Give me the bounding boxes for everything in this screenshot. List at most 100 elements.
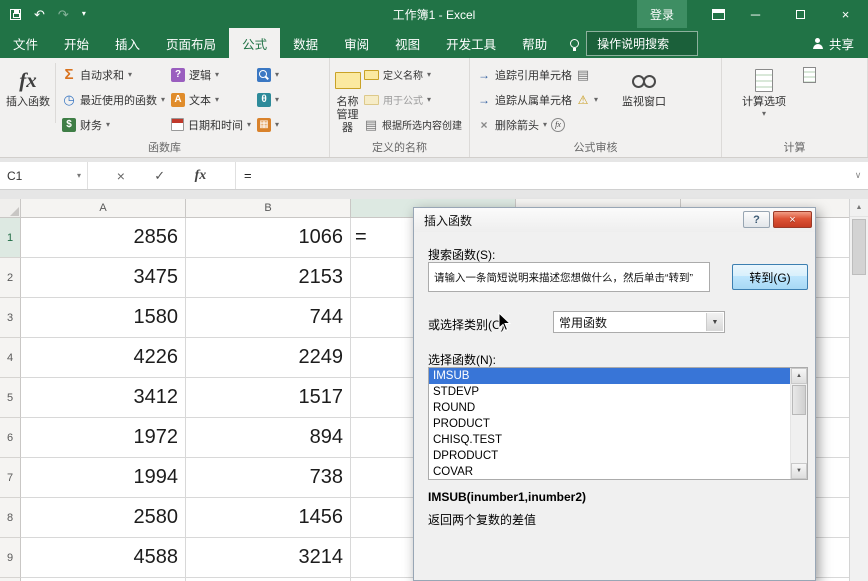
cell-a7[interactable]: 1994: [21, 458, 186, 498]
row-header[interactable]: 2: [0, 258, 21, 298]
cell-a5[interactable]: 3412: [21, 378, 186, 418]
tab-developer[interactable]: 开发工具: [433, 28, 509, 58]
list-scrollbar-thumb[interactable]: [792, 385, 806, 415]
cell-b5[interactable]: 1517: [186, 378, 351, 418]
tell-me-input[interactable]: 操作说明搜索: [586, 31, 698, 56]
more-functions-button[interactable]: ▦ ▾: [254, 112, 282, 137]
save-icon[interactable]: [10, 9, 21, 20]
login-button[interactable]: 登录: [637, 0, 687, 28]
row-header[interactable]: 3: [0, 298, 21, 338]
list-scrollbar[interactable]: ▲ ▼: [790, 368, 807, 479]
tell-me-search[interactable]: 操作说明搜索: [570, 28, 698, 58]
calculate-sheet-button[interactable]: [800, 62, 819, 87]
trace-precedents-button[interactable]: → 追踪引用单元格 ▤: [474, 62, 601, 87]
function-item[interactable]: DPRODUCT: [429, 448, 790, 464]
scrollbar-thumb[interactable]: [852, 219, 866, 275]
watch-window-button[interactable]: 监视窗口: [617, 61, 671, 109]
cell-b3[interactable]: 744: [186, 298, 351, 338]
vertical-scrollbar[interactable]: ▲: [849, 199, 868, 581]
tab-data[interactable]: 数据: [280, 28, 331, 58]
row-header[interactable]: 9: [0, 538, 21, 578]
ribbon-display-options-icon[interactable]: [703, 0, 733, 28]
recently-used-button[interactable]: ◷ 最近使用的函数 ▾: [59, 87, 168, 112]
financial-button[interactable]: $ 财务 ▾: [59, 112, 168, 137]
category-dropdown[interactable]: 常用函数 ▼: [553, 311, 725, 333]
row-header[interactable]: 7: [0, 458, 21, 498]
function-list[interactable]: IMSUB STDEVP ROUND PRODUCT CHISQ.TEST DP…: [428, 367, 808, 480]
name-box-dropdown-icon[interactable]: ▾: [77, 171, 81, 180]
evaluate-formula-icon[interactable]: fx: [551, 118, 565, 132]
cell-b1[interactable]: 1066: [186, 218, 351, 258]
cancel-icon[interactable]: ×: [117, 168, 125, 184]
function-item[interactable]: CHISQ.TEST: [429, 432, 790, 448]
cell-a1[interactable]: 2856: [21, 218, 186, 258]
list-scroll-down-icon[interactable]: ▼: [791, 463, 807, 479]
cell-a3[interactable]: 1580: [21, 298, 186, 338]
cell-a2[interactable]: 3475: [21, 258, 186, 298]
tab-formulas[interactable]: 公式: [229, 28, 280, 58]
name-box[interactable]: C1 ▾: [0, 162, 88, 189]
maximize-button[interactable]: [778, 0, 823, 28]
function-item[interactable]: ROUND: [429, 400, 790, 416]
tab-review[interactable]: 审阅: [331, 28, 382, 58]
customize-qat-icon[interactable]: ▾: [82, 10, 86, 18]
tab-view[interactable]: 视图: [382, 28, 433, 58]
share-button[interactable]: 共享: [813, 28, 854, 58]
autosum-button[interactable]: Σ 自动求和 ▾: [59, 62, 168, 87]
row-header[interactable]: 6: [0, 418, 21, 458]
show-formulas-icon[interactable]: ▤: [576, 67, 590, 83]
function-item[interactable]: COVAR: [429, 464, 790, 480]
row-header[interactable]: 8: [0, 498, 21, 538]
insert-function-button[interactable]: fx 插入函数: [4, 61, 52, 109]
tab-page-layout[interactable]: 页面布局: [153, 28, 229, 58]
cell-a4[interactable]: 4226: [21, 338, 186, 378]
formula-input[interactable]: =: [236, 162, 848, 189]
logical-button[interactable]: ? 逻辑 ▾: [168, 62, 254, 87]
function-item[interactable]: STDEVP: [429, 384, 790, 400]
name-manager-button[interactable]: 名称管理器: [334, 61, 361, 135]
close-button[interactable]: ×: [823, 0, 868, 28]
undo-icon[interactable]: ↶: [34, 8, 45, 21]
cell-b2[interactable]: 2153: [186, 258, 351, 298]
text-button[interactable]: A 文本 ▾: [168, 87, 254, 112]
function-item[interactable]: PRODUCT: [429, 416, 790, 432]
redo-icon[interactable]: ↷: [58, 8, 69, 21]
remove-arrows-button[interactable]: × 删除箭头 ▾ fx: [474, 112, 601, 137]
calculation-options-button[interactable]: 计算选项 ▾: [736, 61, 792, 118]
tab-home[interactable]: 开始: [51, 28, 102, 58]
dropdown-arrow-icon[interactable]: ▼: [706, 313, 723, 331]
cell-a6[interactable]: 1972: [21, 418, 186, 458]
row-header[interactable]: 4: [0, 338, 21, 378]
column-header-a[interactable]: A: [21, 199, 186, 217]
use-in-formula-button[interactable]: 用于公式 ▾: [361, 87, 465, 112]
tab-insert[interactable]: 插入: [102, 28, 153, 58]
go-button[interactable]: 转到(G): [732, 264, 808, 290]
cell-a9[interactable]: 4588: [21, 538, 186, 578]
cell-b6[interactable]: 894: [186, 418, 351, 458]
insert-function-fx-icon[interactable]: fx: [195, 168, 207, 184]
trace-dependents-button[interactable]: → 追踪从属单元格 ⚠ ▾: [474, 87, 601, 112]
column-header-b[interactable]: B: [186, 199, 351, 217]
cell-b8[interactable]: 1456: [186, 498, 351, 538]
select-all-corner[interactable]: [0, 199, 21, 217]
row-header[interactable]: 5: [0, 378, 21, 418]
tab-help[interactable]: 帮助: [509, 28, 560, 58]
function-search-input[interactable]: 请输入一条简短说明来描述您想做什么，然后单击“转到”: [428, 262, 710, 292]
cell-b7[interactable]: 738: [186, 458, 351, 498]
dialog-close-button[interactable]: ×: [773, 211, 812, 228]
date-time-button[interactable]: 日期和时间 ▾: [168, 112, 254, 137]
cell-a8[interactable]: 2580: [21, 498, 186, 538]
create-from-selection-button[interactable]: ▤ 根据所选内容创建: [361, 112, 465, 137]
function-item-selected[interactable]: IMSUB: [429, 368, 790, 384]
formula-bar-expand-icon[interactable]: ∨: [848, 162, 868, 189]
row-header[interactable]: 1: [0, 218, 21, 258]
enter-icon[interactable]: ✓: [154, 168, 165, 184]
cell-b9[interactable]: 3214: [186, 538, 351, 578]
list-scroll-up-icon[interactable]: ▲: [791, 368, 807, 384]
cell-b4[interactable]: 2249: [186, 338, 351, 378]
define-name-button[interactable]: 定义名称 ▾: [361, 62, 465, 87]
math-trig-button[interactable]: θ ▾: [254, 87, 282, 112]
lookup-reference-button[interactable]: ▾: [254, 62, 282, 87]
error-checking-icon[interactable]: ⚠: [576, 93, 590, 107]
minimize-button[interactable]: ─: [733, 0, 778, 28]
